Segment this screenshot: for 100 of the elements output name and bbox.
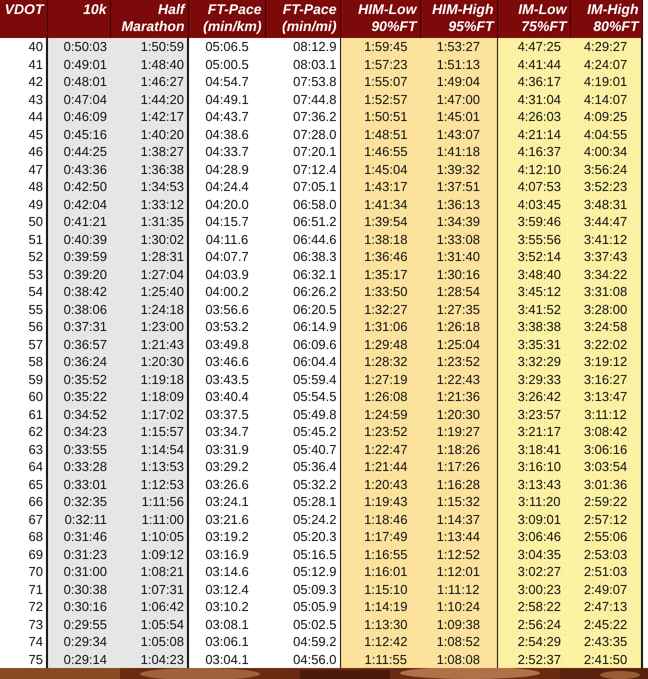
table-cell: 0:42:50 (47, 178, 110, 196)
table-cell: 3:38:38 (497, 318, 570, 336)
table-cell: 0:29:34 (47, 633, 110, 650)
table-cell: 1:30:16 (420, 266, 497, 283)
table-cell: 1:46:27 (110, 73, 188, 90)
table-cell: 1:12:52 (420, 546, 497, 563)
table-cell: 4:03:45 (497, 196, 570, 213)
table-cell: 0:33:28 (47, 458, 110, 476)
table-cell: 1:28:32 (340, 353, 420, 370)
table-cell: 1:18:46 (340, 510, 420, 528)
table-cell: 3:35:31 (497, 336, 570, 353)
table-cell: 1:32:27 (340, 300, 420, 318)
table-cell: 1:47:00 (420, 90, 497, 108)
table-cell: 3:04:35 (497, 546, 570, 563)
table-cell: 3:23:57 (497, 406, 570, 423)
column-header: FT-Pace (min/km) (188, 0, 265, 38)
table-cell: 1:16:01 (340, 563, 420, 580)
table-cell: 1:09:12 (110, 546, 188, 563)
table-cell: 1:30:02 (110, 230, 188, 248)
table-cell: 1:41:18 (420, 143, 497, 160)
table-cell: 0:37:31 (47, 318, 110, 336)
table-cell: 1:20:43 (340, 476, 420, 493)
table-cell: 1:49:04 (420, 73, 497, 90)
table-cell: 3:45:12 (497, 283, 570, 300)
table-cell: 1:16:28 (420, 476, 497, 493)
table-cell: 1:25:04 (420, 336, 497, 353)
table-cell: 3:13:43 (497, 476, 570, 493)
table-cell: 1:07:31 (110, 580, 188, 598)
table-cell: 3:44:47 (570, 213, 642, 230)
table-cell: 0:29:14 (47, 650, 110, 668)
table-cell: 1:34:53 (110, 178, 188, 196)
table-cell: 0:35:22 (47, 388, 110, 406)
table-cell: 1:50:59 (110, 38, 188, 56)
table-cell: 3:16:10 (497, 458, 570, 476)
table-cell: 1:39:32 (420, 160, 497, 178)
table-cell: 1:15:10 (340, 580, 420, 598)
table-cell: 4:14:07 (570, 90, 642, 108)
table-cell: 0:39:20 (47, 266, 110, 283)
table-cell: 1:59:45 (340, 38, 420, 56)
table-cell: 2:55:06 (570, 528, 642, 546)
table-cell: 0:46:09 (47, 108, 110, 126)
table-cell: 3:59:46 (497, 213, 570, 230)
table-cell: 1:17:26 (420, 458, 497, 476)
table-cell: 2:51:03 (570, 563, 642, 580)
table-cell: 3:11:12 (570, 406, 642, 423)
table-cell: 2:53:03 (570, 546, 642, 563)
table-cell: 1:19:43 (340, 493, 420, 510)
table-cell: 1:05:08 (110, 633, 188, 650)
table-cell: 1:24:59 (340, 406, 420, 423)
table-cell: 0:40:39 (47, 230, 110, 248)
table-cell: 2:54:29 (497, 633, 570, 650)
table-cell: 0:39:59 (47, 248, 110, 266)
table-cell: 0:48:01 (47, 73, 110, 90)
table-cell: 1:41:34 (340, 196, 420, 213)
table-cell: 4:09:25 (570, 108, 642, 126)
table-cell: 4:24:07 (570, 56, 642, 73)
table-cell: 1:19:27 (420, 423, 497, 440)
table-cell: 1:25:40 (110, 283, 188, 300)
column-header: 10k (47, 0, 110, 38)
table-cell: 0:29:55 (47, 616, 110, 633)
table-cell: 0:38:42 (47, 283, 110, 300)
table-cell: 0:32:11 (47, 510, 110, 528)
table-cell: 1:12:42 (340, 633, 420, 650)
table-cell: 3:28:00 (570, 300, 642, 318)
table-cell: 1:08:21 (110, 563, 188, 580)
table-cell: 1:15:57 (110, 423, 188, 440)
table-cell: 3:02:27 (497, 563, 570, 580)
column-header: FT-Pace (min/mi) (265, 0, 340, 38)
table-cell: 1:14:19 (340, 598, 420, 616)
table-cell: 3:37:43 (570, 248, 642, 266)
table-cell: 1:13:30 (340, 616, 420, 633)
table-cell: 3:26:42 (497, 388, 570, 406)
table-cell: 1:04:23 (110, 650, 188, 668)
table-cell: 1:22:47 (340, 440, 420, 458)
table-cell: 1:33:50 (340, 283, 420, 300)
table-cell: 1:27:35 (420, 300, 497, 318)
table-cell: 3:32:29 (497, 353, 570, 370)
table-cell: 4:12:10 (497, 160, 570, 178)
table-cell: 1:28:31 (110, 248, 188, 266)
table-cell: 1:28:54 (420, 283, 497, 300)
column-header: VDOT (0, 0, 47, 38)
table-cell: 3:29:33 (497, 370, 570, 388)
table-cell: 2:58:22 (497, 598, 570, 616)
table-cell: 0:42:04 (47, 196, 110, 213)
table-cell: 1:45:04 (340, 160, 420, 178)
table-cell: 1:27:04 (110, 266, 188, 283)
table-cell: 1:39:54 (340, 213, 420, 230)
table-cell: 3:41:12 (570, 230, 642, 248)
table-cell: 1:29:48 (340, 336, 420, 353)
table-cell: 0:47:04 (47, 90, 110, 108)
table-cell: 1:36:46 (340, 248, 420, 266)
table-cell: 1:38:18 (340, 230, 420, 248)
table-cell: 1:23:52 (340, 423, 420, 440)
table-cell: 3:34:22 (570, 266, 642, 283)
table-cell: 0:50:03 (47, 38, 110, 56)
table-cell: 0:49:01 (47, 56, 110, 73)
table-cell: 1:50:51 (340, 108, 420, 126)
table-cell: 3:06:46 (497, 528, 570, 546)
table-cell: 1:20:30 (110, 353, 188, 370)
table-cell: 1:10:05 (110, 528, 188, 546)
